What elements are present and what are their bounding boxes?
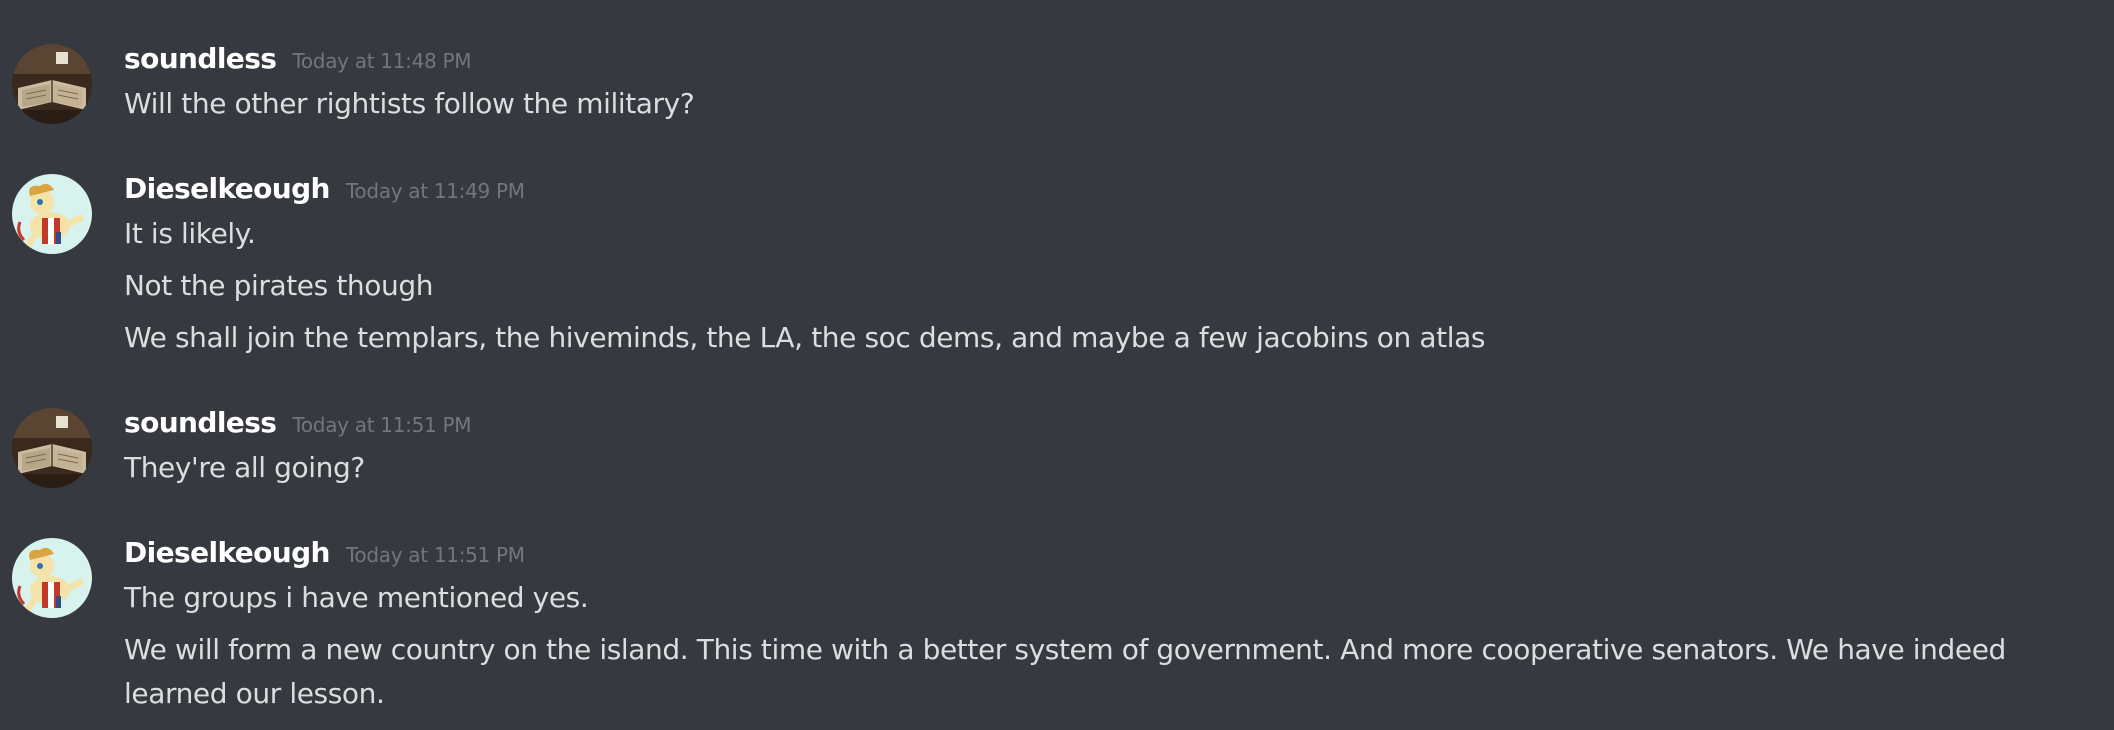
book-photo-icon	[12, 44, 92, 124]
message-text: It is likely.	[124, 217, 256, 250]
avatar[interactable]	[12, 44, 92, 124]
pony-icon	[12, 174, 92, 254]
timestamp[interactable]: Today at 11:49 PM	[346, 179, 525, 203]
message-header: soundless Today at 11:48 PM	[124, 42, 472, 82]
message-text: Not the pirates though	[124, 269, 434, 302]
pony-icon	[12, 538, 92, 618]
timestamp[interactable]: Today at 11:51 PM	[346, 543, 525, 567]
avatar[interactable]	[12, 538, 92, 618]
message-text: The groups i have mentioned yes.	[124, 581, 589, 614]
message-header: soundless Today at 11:51 PM	[124, 406, 472, 446]
message-text: Will the other rightists follow the mili…	[124, 87, 695, 120]
message-text: They're all going?	[124, 451, 365, 484]
message-header: Dieselkeough Today at 11:49 PM	[124, 172, 525, 212]
timestamp[interactable]: Today at 11:48 PM	[292, 49, 471, 73]
username[interactable]: Dieselkeough	[124, 172, 330, 205]
avatar[interactable]	[12, 174, 92, 254]
message-header: Dieselkeough Today at 11:51 PM	[124, 536, 525, 576]
username[interactable]: soundless	[124, 42, 277, 75]
message-text: We will form a new country on the island…	[124, 633, 2006, 710]
chat-message-list: soundless Today at 11:48 PM Will the oth…	[0, 0, 2114, 730]
username[interactable]: soundless	[124, 406, 277, 439]
book-photo-icon	[12, 408, 92, 488]
message-text: We shall join the templars, the hivemind…	[124, 321, 1486, 354]
timestamp[interactable]: Today at 11:51 PM	[292, 413, 471, 437]
username[interactable]: Dieselkeough	[124, 536, 330, 569]
avatar[interactable]	[12, 408, 92, 488]
